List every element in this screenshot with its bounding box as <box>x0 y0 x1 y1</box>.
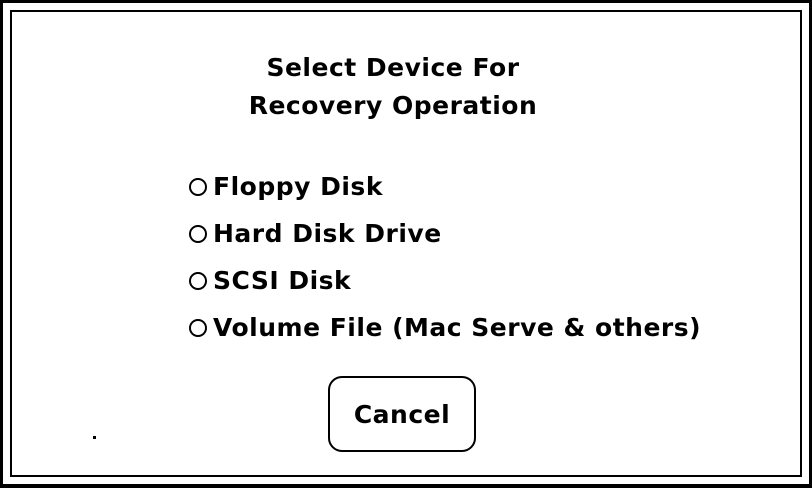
option-floppy-disk[interactable]: Floppy Disk <box>189 163 701 210</box>
radio-icon[interactable] <box>189 224 207 243</box>
radio-icon[interactable] <box>189 318 207 337</box>
radio-icon[interactable] <box>189 177 207 196</box>
radio-icon[interactable] <box>189 271 207 290</box>
option-label: SCSI Disk <box>213 266 352 295</box>
option-label: Volume File (Mac Serve & others) <box>213 313 702 342</box>
option-scsi-disk[interactable]: SCSI Disk <box>189 257 701 304</box>
device-options-group: Floppy Disk Hard Disk Drive SCSI Disk Vo… <box>189 163 701 351</box>
cancel-button[interactable]: Cancel <box>328 376 476 452</box>
dialog-title-line1: Select Device For <box>266 53 520 82</box>
option-volume-file[interactable]: Volume File (Mac Serve & others) <box>189 304 701 351</box>
option-hard-disk-drive[interactable]: Hard Disk Drive <box>189 210 701 257</box>
option-label: Hard Disk Drive <box>213 219 442 248</box>
dialog-title-line2: Recovery Operation <box>248 91 538 120</box>
stray-dot <box>93 436 96 439</box>
option-label: Floppy Disk <box>213 172 383 201</box>
device-selection-dialog: Select Device For Recovery Operation Flo… <box>0 0 812 488</box>
